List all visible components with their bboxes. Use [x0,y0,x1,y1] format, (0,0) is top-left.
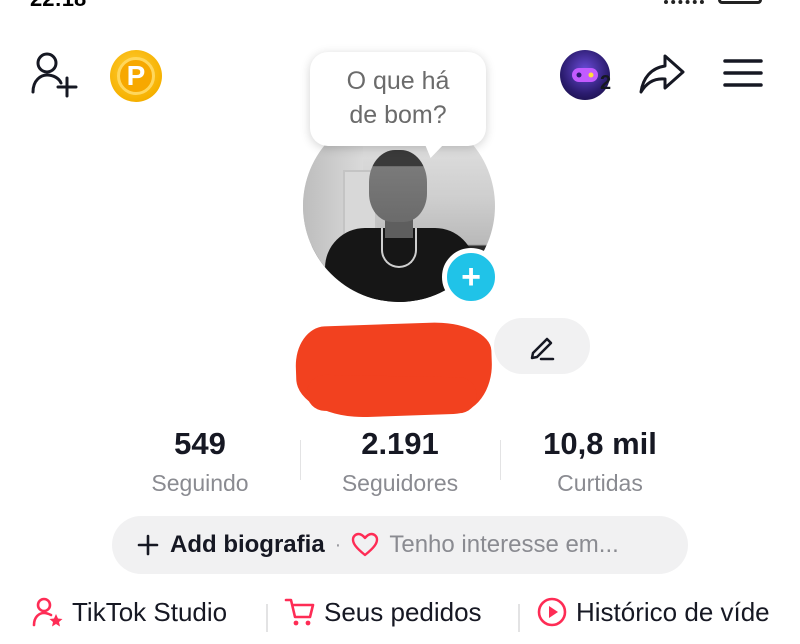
signal-icon [664,0,704,4]
heart-icon [352,532,379,557]
profile-screen: 22:18 P 2 O que há [0,0,800,644]
stat-following[interactable]: 549 Seguindo [100,426,300,497]
stat-likes[interactable]: 10,8 mil Curtidas [500,426,700,497]
followers-count: 2.191 [361,426,439,461]
shortcut-separator [518,604,520,632]
play-circle-icon [537,597,567,627]
plus-icon: + [461,258,481,296]
following-label: Seguindo [151,470,249,496]
shortcut-label: Seus pedidos [324,596,482,627]
shortcut-label: TikTok Studio [72,596,228,627]
add-story-button[interactable]: + [442,248,500,306]
status-bar: 22:18 [0,0,800,11]
stat-followers[interactable]: 2.191 Seguidores [300,426,500,497]
likes-label: Curtidas [557,470,643,496]
shortcut-separator [266,604,268,632]
shortcut-seus-pedidos[interactable]: Seus pedidos [284,596,482,628]
add-user-icon [31,52,78,98]
followers-label: Seguidores [341,470,459,496]
shortcut-label: Histórico de víde [576,596,770,627]
bio-pill[interactable]: Add biografia · Tenho interesse em... [112,516,688,574]
plus-icon [137,534,159,556]
profile-shortcuts: TikTok Studio Seus pedidos Histórico de … [0,596,800,640]
edit-profile-button[interactable] [494,318,590,374]
play-badge-count: 2 [600,72,612,94]
following-count: 549 [174,426,226,461]
redacted-username [294,320,494,420]
pencil-icon [530,337,555,361]
tooltip-line-2: de bom? [349,101,447,129]
person-star-icon [32,597,63,627]
status-time: 22:18 [30,0,86,12]
share-profile-button[interactable] [636,50,688,98]
status-tooltip-bubble[interactable]: O que há de bom? [310,52,486,146]
interests-label[interactable]: Tenho interesse em... [389,531,618,559]
share-arrow-icon [639,54,685,94]
likes-count: 10,8 mil [543,426,657,461]
hamburger-menu-icon [723,59,763,87]
menu-button[interactable] [718,52,768,94]
cart-icon [284,598,315,626]
add-bio-label[interactable]: Add biografia [170,531,325,559]
coins-button[interactable]: P [110,50,162,102]
status-icons [664,0,762,4]
shortcut-historico-videos[interactable]: Histórico de víde [536,596,770,628]
tooltip-line-1: O que há [346,67,450,95]
add-friend-button[interactable] [28,50,80,98]
gamepad-icon [572,68,598,82]
shortcut-tiktok-studio[interactable]: TikTok Studio [32,596,227,628]
battery-icon [718,0,762,4]
coin-p-icon: P [117,57,155,95]
bio-separator: · [334,533,342,556]
